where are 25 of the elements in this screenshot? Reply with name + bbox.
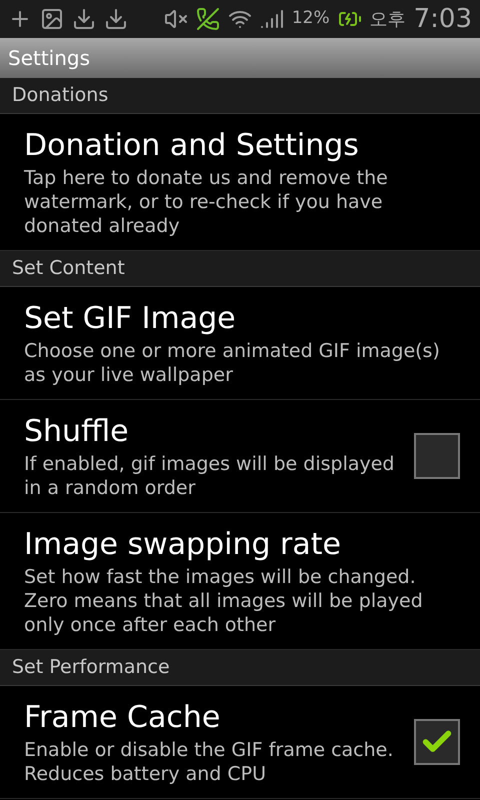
setting-title: Set GIF Image [24, 300, 237, 338]
setting-title: Shuffle [24, 413, 130, 451]
clock: 7:03 [414, 2, 472, 36]
section-title: Donations [12, 83, 108, 108]
setting-title: Donation and Settings [24, 127, 360, 165]
screen-title: Settings [8, 45, 90, 72]
signal-icon [260, 7, 284, 31]
image-icon [40, 7, 64, 31]
am-pm: 오후 [370, 8, 406, 32]
mute-icon [164, 7, 188, 31]
setting-title: Frame Cache [24, 699, 222, 737]
battery-percent: 12% [292, 7, 330, 30]
setting-summary: If enabled, gif images will be displayed in a random order [24, 452, 396, 500]
setting-summary: Choose one or more animated GIF image(s) as your live wallpaper [24, 339, 441, 387]
phone-off-icon [196, 7, 220, 31]
setting-title: Image swapping rate [24, 526, 342, 564]
section-title: Set Content [12, 256, 125, 282]
section-title: Set Performance [12, 655, 170, 680]
checkbox[interactable] [414, 433, 460, 479]
setting-summary: Set how fast the images will be changed. Zero means that all images will be played only once after each other [24, 565, 424, 637]
checkbox[interactable] [414, 719, 460, 765]
download-icon [104, 7, 128, 31]
download-icon [72, 7, 96, 31]
setting-summary: Tap here to donate us and remove the watermark, or to re-check if you have donated already [24, 166, 389, 238]
setting-summary: Enable or disable the GIF frame cache. Reduces battery and CPU [24, 738, 394, 786]
